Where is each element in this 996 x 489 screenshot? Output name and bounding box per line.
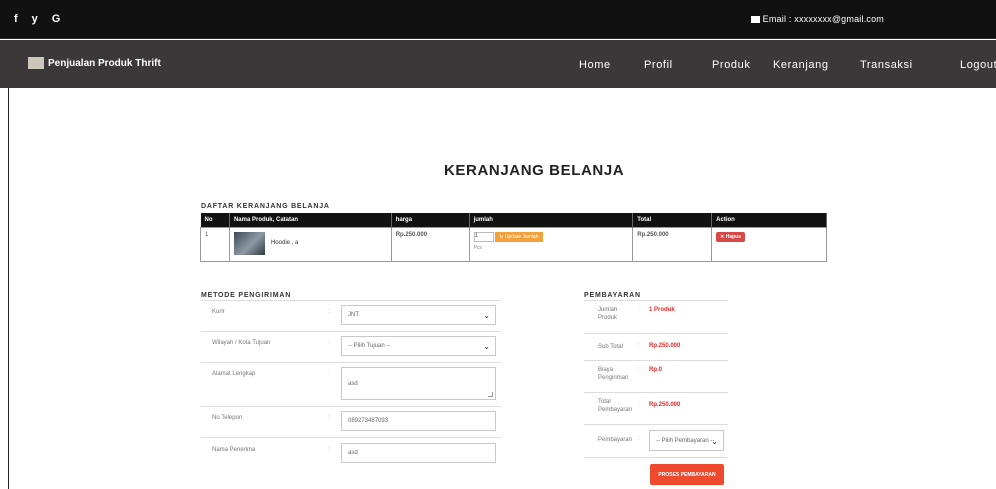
pay-value-subtotal: Rp.250.000 (649, 343, 681, 349)
twitter-icon[interactable]: y (32, 13, 38, 25)
pay-label-subtotal: Sub Total (598, 344, 623, 350)
quantity-input[interactable]: 1 (473, 231, 494, 242)
nav-logout[interactable]: Logout (960, 59, 996, 71)
delete-label: Hapus (725, 233, 742, 240)
shipping-section-label: METODE PENGIRIMAN (201, 292, 292, 299)
wilayah-value: -- Pilih Tujuan -- (348, 343, 391, 349)
product-name: Hoodie , a (270, 240, 299, 246)
mail-icon (750, 16, 760, 23)
row-no: 1 (200, 226, 230, 262)
alamat-textarea[interactable]: asd (341, 367, 496, 400)
facebook-icon[interactable]: f (14, 13, 18, 25)
penerima-input[interactable]: asd (341, 443, 496, 463)
divider (584, 457, 728, 458)
update-quantity-label: Update Jumlah (504, 233, 539, 240)
unit-label: Pcs (473, 244, 482, 251)
google-icon[interactable]: G (52, 13, 61, 25)
field-label-penerima: Nama Penerima (212, 447, 256, 453)
chevron-down-icon: ⌄ (483, 342, 490, 351)
product-thumbnail (233, 231, 265, 255)
col-price: harga (391, 213, 470, 227)
kurir-value: JNT (348, 312, 359, 318)
telepon-input[interactable]: 089273487093 (341, 411, 496, 431)
nav-transaksi[interactable]: Transaksi (860, 59, 913, 71)
pay-label-biaya: Biaya Pengiriman (598, 367, 629, 381)
payment-method-select[interactable]: -- Pilih Pembayaran -- ⌄ (649, 430, 724, 451)
brand-name: Penjualan Produk Thrift (48, 57, 161, 69)
field-label-kurir: Kurir (212, 309, 225, 315)
delete-button[interactable]: ✕ Hapus (716, 231, 746, 242)
main-navbar: Penjualan Produk Thrift Home Profil Prod… (0, 40, 996, 88)
divider (584, 300, 728, 301)
page-title: KERANJANG BELANJA (444, 162, 625, 179)
nav-produk[interactable]: Produk (712, 59, 750, 71)
nav-home[interactable]: Home (579, 59, 611, 71)
divider (584, 333, 728, 334)
penerima-value: asd (348, 450, 358, 456)
wilayah-select[interactable]: -- Pilih Tujuan -- ⌄ (341, 336, 496, 356)
divider (584, 360, 728, 361)
kurir-select[interactable]: JNT ⌄ (341, 305, 496, 325)
alamat-value: asd (348, 380, 358, 387)
pay-label-jumlah: Jumlah Produk (598, 307, 618, 321)
payment-section-label: PEMBAYARAN (584, 292, 641, 299)
col-total: Total (632, 213, 713, 227)
pay-value-total: Rp.250.000 (649, 402, 681, 408)
payment-method-value: -- Pilih Pembayaran -- (656, 437, 715, 444)
field-label-telepon: No Telepon (212, 415, 243, 421)
pay-value-biaya: Rp.0 (649, 367, 663, 373)
resize-handle-icon[interactable] (488, 392, 493, 397)
nav-keranjang[interactable]: Keranjang (773, 59, 829, 71)
row-qty: 1 ↻ Update Jumlah Pcs (468, 226, 634, 262)
row-price: Rp.250.000 (390, 226, 470, 262)
col-action: Action (711, 213, 827, 227)
cart-section-label: DAFTAR KERANJANG BELANJA (201, 203, 330, 210)
divider (201, 406, 501, 407)
field-label-wilayah: Wilayah / Kota Tujuan (212, 340, 271, 346)
divider (584, 392, 728, 393)
left-border (8, 88, 9, 489)
divider (201, 300, 501, 301)
email-contact: Email : xxxxxxxx@gmail.com (750, 14, 884, 24)
divider (584, 424, 728, 425)
update-quantity-button[interactable]: ↻ Update Jumlah (495, 231, 543, 242)
pay-label-metode: Pembayaran (598, 437, 633, 443)
cart-table: No Nama Produk, Catatan harga jumlah Tot… (200, 213, 827, 262)
nav-profil[interactable]: Profil (644, 59, 673, 71)
divider (201, 437, 501, 438)
divider (201, 331, 501, 332)
brand[interactable]: Penjualan Produk Thrift (28, 57, 161, 69)
col-name: Nama Produk, Catatan (229, 213, 392, 227)
brand-logo-icon (28, 57, 44, 69)
pay-value-jumlah: 1 Produk (649, 307, 675, 313)
chevron-down-icon: ⌄ (711, 436, 718, 446)
telepon-value: 089273487093 (348, 418, 389, 424)
field-label-alamat: Alamat Lengkap (212, 371, 256, 377)
cart-header-row: No Nama Produk, Catatan harga jumlah Tot… (200, 213, 827, 227)
process-payment-button[interactable]: PROSES PEMBAYARAN (650, 464, 724, 485)
table-row: 1 Hoodie , a Rp.250.000 1 ↻ Update Jumla… (200, 226, 827, 262)
social-links: f y G (14, 13, 60, 25)
email-text: Email : xxxxxxxx@gmail.com (762, 14, 884, 24)
top-bar: f y G Email : xxxxxxxx@gmail.com (0, 0, 996, 39)
row-product: Hoodie , a (228, 226, 392, 262)
col-qty: jumlah (469, 213, 634, 227)
row-action: ✕ Hapus (711, 226, 827, 262)
divider (201, 362, 501, 363)
pay-label-total: Total Pembayaran (598, 399, 633, 413)
row-total: Rp.250.000 (632, 226, 713, 262)
chevron-down-icon: ⌄ (483, 311, 490, 320)
col-no: No (200, 213, 230, 227)
